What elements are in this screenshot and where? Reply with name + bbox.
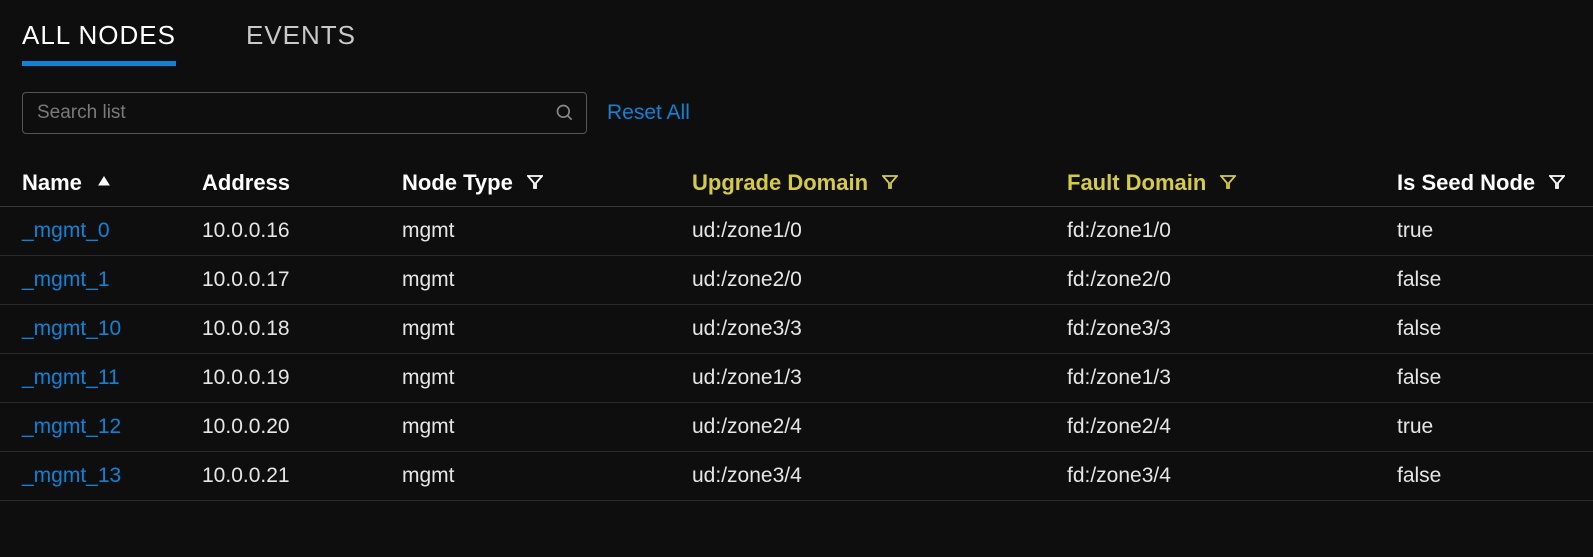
cell-address: 10.0.0.18 — [180, 305, 380, 354]
col-header-nodetype-label: Node Type — [402, 170, 513, 195]
cell-address: 10.0.0.17 — [180, 256, 380, 305]
cell-is-seed: true — [1375, 207, 1593, 256]
toolbar: Reset All — [0, 66, 1593, 142]
nodes-table: Name Address Node Type Upgrade Domain Fa… — [0, 160, 1593, 501]
cell-address: 10.0.0.16 — [180, 207, 380, 256]
cell-is-seed: true — [1375, 403, 1593, 452]
node-name-link[interactable]: _mgmt_1 — [0, 256, 180, 305]
cell-upgrade-domain: ud:/zone2/4 — [670, 403, 1045, 452]
tab-events[interactable]: EVENTS — [246, 20, 356, 66]
cell-nodetype: mgmt — [380, 354, 670, 403]
table-row: _mgmt_110.0.0.17mgmtud:/zone2/0fd:/zone2… — [0, 256, 1593, 305]
col-header-name[interactable]: Name — [0, 160, 180, 207]
table-row: _mgmt_1310.0.0.21mgmtud:/zone3/4fd:/zone… — [0, 452, 1593, 501]
cell-fault-domain: fd:/zone2/4 — [1045, 403, 1375, 452]
table-header-row: Name Address Node Type Upgrade Domain Fa… — [0, 160, 1593, 207]
search-wrap — [22, 92, 587, 134]
col-header-address-label: Address — [202, 170, 290, 195]
cell-fault-domain: fd:/zone2/0 — [1045, 256, 1375, 305]
node-name-link[interactable]: _mgmt_13 — [0, 452, 180, 501]
filter-icon[interactable] — [1549, 174, 1565, 190]
cell-nodetype: mgmt — [380, 256, 670, 305]
node-name-link[interactable]: _mgmt_10 — [0, 305, 180, 354]
search-input[interactable] — [22, 92, 587, 134]
table-row: _mgmt_1110.0.0.19mgmtud:/zone1/3fd:/zone… — [0, 354, 1593, 403]
cell-upgrade-domain: ud:/zone3/4 — [670, 452, 1045, 501]
col-header-upgrade-label: Upgrade Domain — [692, 170, 868, 195]
table-row: _mgmt_1210.0.0.20mgmtud:/zone2/4fd:/zone… — [0, 403, 1593, 452]
cell-upgrade-domain: ud:/zone2/0 — [670, 256, 1045, 305]
col-header-fault-domain[interactable]: Fault Domain — [1045, 160, 1375, 207]
col-header-upgrade-domain[interactable]: Upgrade Domain — [670, 160, 1045, 207]
cell-is-seed: false — [1375, 354, 1593, 403]
col-header-is-seed-label: Is Seed Node — [1397, 170, 1535, 195]
cell-nodetype: mgmt — [380, 305, 670, 354]
cell-address: 10.0.0.20 — [180, 403, 380, 452]
filter-icon[interactable] — [527, 174, 543, 190]
cell-fault-domain: fd:/zone3/3 — [1045, 305, 1375, 354]
cell-address: 10.0.0.19 — [180, 354, 380, 403]
filter-icon[interactable] — [1220, 174, 1236, 190]
cell-upgrade-domain: ud:/zone1/0 — [670, 207, 1045, 256]
cell-address: 10.0.0.21 — [180, 452, 380, 501]
tab-all-nodes[interactable]: ALL NODES — [22, 20, 176, 66]
cell-upgrade-domain: ud:/zone1/3 — [670, 354, 1045, 403]
cell-is-seed: false — [1375, 305, 1593, 354]
col-header-name-label: Name — [22, 170, 82, 195]
cell-is-seed: false — [1375, 256, 1593, 305]
search-icon — [555, 103, 575, 123]
node-name-link[interactable]: _mgmt_12 — [0, 403, 180, 452]
cell-nodetype: mgmt — [380, 452, 670, 501]
cell-is-seed: false — [1375, 452, 1593, 501]
table-row: _mgmt_010.0.0.16mgmtud:/zone1/0fd:/zone1… — [0, 207, 1593, 256]
filter-icon[interactable] — [882, 174, 898, 190]
tab-bar: ALL NODES EVENTS — [0, 0, 1593, 66]
table-row: _mgmt_1010.0.0.18mgmtud:/zone3/3fd:/zone… — [0, 305, 1593, 354]
node-name-link[interactable]: _mgmt_11 — [0, 354, 180, 403]
cell-nodetype: mgmt — [380, 403, 670, 452]
cell-upgrade-domain: ud:/zone3/3 — [670, 305, 1045, 354]
col-header-is-seed[interactable]: Is Seed Node — [1375, 160, 1593, 207]
col-header-nodetype[interactable]: Node Type — [380, 160, 670, 207]
node-name-link[interactable]: _mgmt_0 — [0, 207, 180, 256]
sort-asc-icon — [96, 174, 112, 190]
cell-fault-domain: fd:/zone1/0 — [1045, 207, 1375, 256]
reset-all-link[interactable]: Reset All — [607, 101, 690, 125]
cell-fault-domain: fd:/zone3/4 — [1045, 452, 1375, 501]
col-header-address[interactable]: Address — [180, 160, 380, 207]
cell-nodetype: mgmt — [380, 207, 670, 256]
col-header-fault-label: Fault Domain — [1067, 170, 1206, 195]
cell-fault-domain: fd:/zone1/3 — [1045, 354, 1375, 403]
